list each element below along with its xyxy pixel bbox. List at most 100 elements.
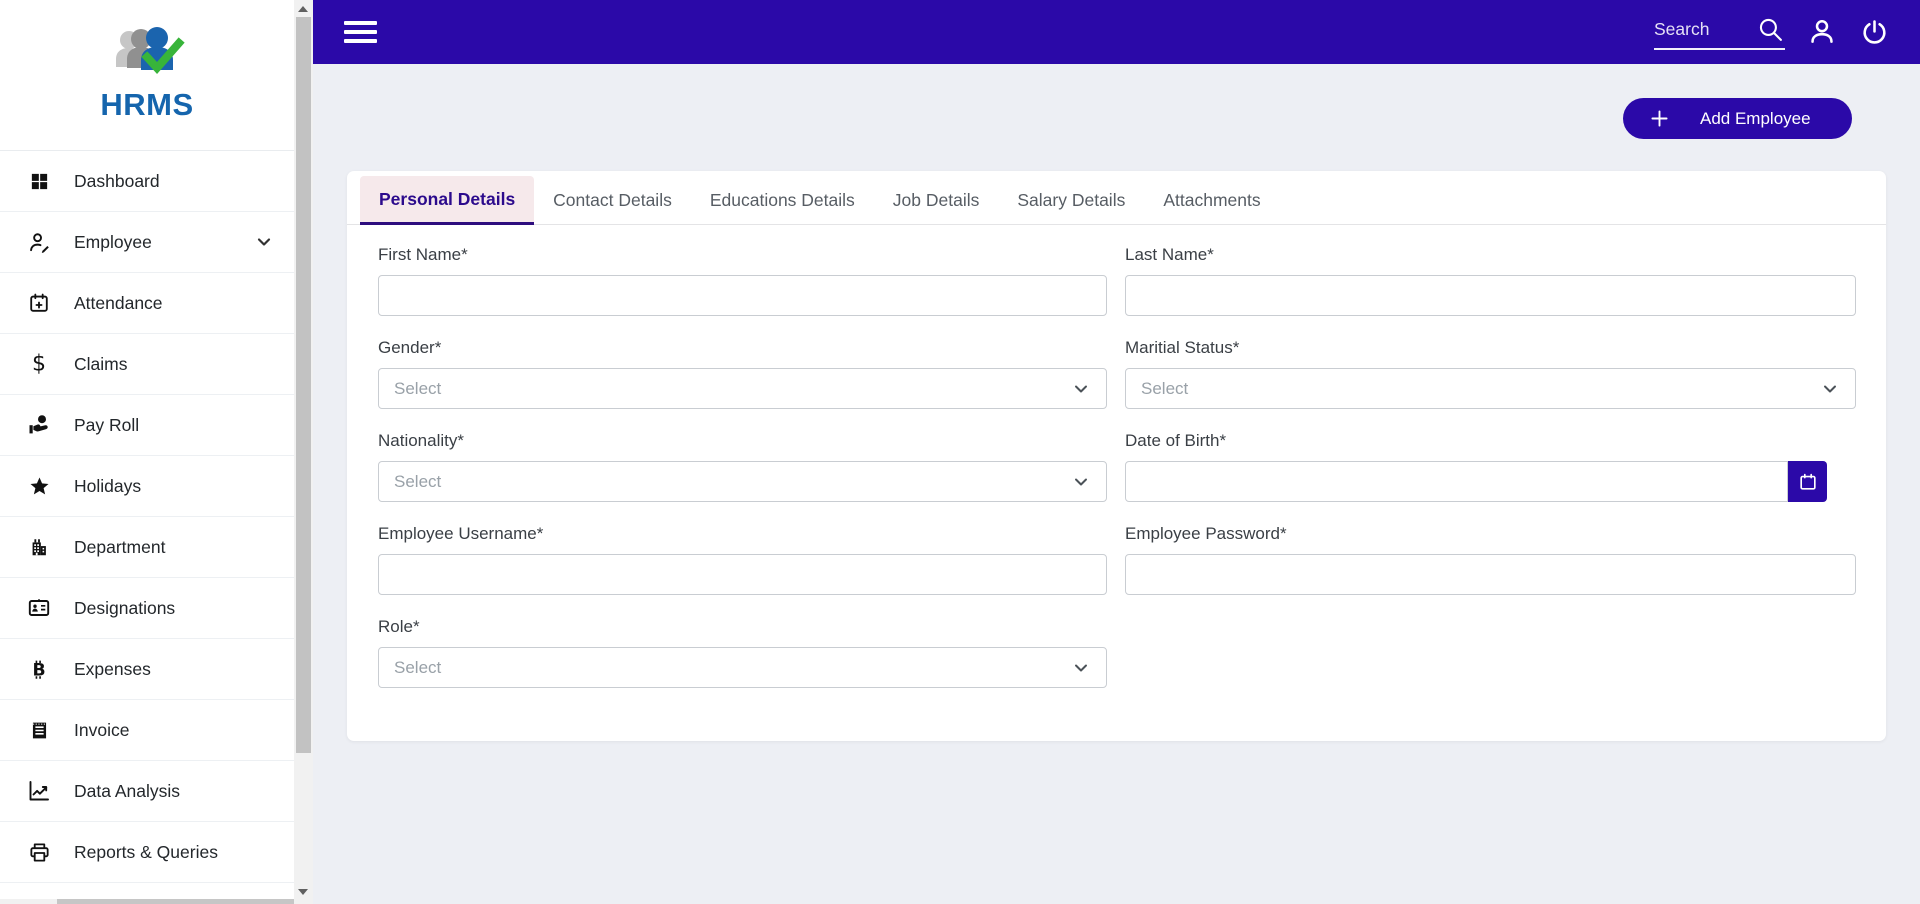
field-nationality: Nationality* Select — [378, 431, 1107, 502]
sidebar-item-reports-queries[interactable]: Reports & Queries — [0, 822, 294, 883]
tab-personal-details[interactable]: Personal Details — [360, 176, 535, 225]
sidebar-item-designations[interactable]: Designations — [0, 578, 294, 639]
sidebar-item-label: Employee — [74, 231, 152, 252]
logo-text: HRMS — [100, 87, 194, 122]
employee-password-input[interactable] — [1125, 554, 1856, 595]
employee-form-card: Personal Details Contact Details Educati… — [347, 171, 1886, 741]
sidebar-item-payroll[interactable]: Pay Roll — [0, 395, 294, 456]
employee-username-input[interactable] — [378, 554, 1107, 595]
sidebar-logo: HRMS — [0, 0, 294, 151]
horizontal-scrollbar-thumb[interactable] — [57, 899, 294, 904]
date-of-birth-control — [1125, 461, 1827, 502]
sidebar-item-label: Designations — [74, 597, 176, 618]
sidebar-item-expenses[interactable]: B Expenses — [0, 639, 294, 700]
tab-contact-details[interactable]: Contact Details — [534, 176, 691, 225]
field-marital-status: Maritial Status* Select — [1125, 338, 1856, 409]
printer-icon — [27, 840, 51, 864]
date-of-birth-input[interactable] — [1125, 461, 1788, 502]
topbar — [313, 0, 1920, 64]
role-select[interactable]: Select — [378, 647, 1107, 688]
sidebar-vertical-scrollbar[interactable] — [294, 0, 313, 904]
employee-password-label: Employee Password* — [1125, 524, 1287, 543]
marital-status-select[interactable]: Select — [1125, 368, 1856, 409]
sidebar: HRMS Dashboard Employee Attendance $ Cla… — [0, 0, 313, 904]
sidebar-nav: Dashboard Employee Attendance $ Claims P… — [0, 151, 294, 904]
last-name-label: Last Name* — [1125, 245, 1214, 264]
sidebar-item-invoice[interactable]: Invoice — [0, 700, 294, 761]
svg-text:B: B — [32, 660, 45, 680]
tab-job-details[interactable]: Job Details — [874, 176, 999, 225]
chevron-down-icon — [1071, 379, 1091, 399]
gender-select[interactable]: Select — [378, 368, 1107, 409]
bitcoin-icon: B — [27, 657, 51, 681]
employee-username-label: Employee Username* — [378, 524, 544, 543]
sidebar-item-label: Claims — [74, 353, 128, 374]
sidebar-item-holidays[interactable]: Holidays — [0, 456, 294, 517]
topbar-right-cluster — [1654, 15, 1889, 50]
menu-icon[interactable] — [344, 21, 377, 43]
field-employee-password: Employee Password* — [1125, 524, 1856, 595]
first-name-input[interactable] — [378, 275, 1107, 316]
first-name-label: First Name* — [378, 245, 468, 264]
plus-icon — [1651, 110, 1668, 127]
dollar-icon: $ — [27, 352, 51, 376]
chevron-down-icon — [1071, 658, 1091, 678]
sidebar-item-data-analysis[interactable]: Data Analysis — [0, 761, 294, 822]
field-first-name: First Name* — [378, 245, 1107, 316]
sidebar-horizontal-scrollbar[interactable] — [0, 899, 294, 904]
sidebar-item-label: Invoice — [74, 719, 130, 740]
date-picker-button[interactable] — [1788, 461, 1827, 502]
gender-label: Gender* — [378, 338, 442, 357]
sidebar-item-dashboard[interactable]: Dashboard — [0, 151, 294, 212]
scroll-up-arrow-icon[interactable] — [298, 6, 308, 12]
role-select-value: Select — [394, 657, 442, 677]
scroll-down-arrow-icon[interactable] — [298, 889, 308, 895]
sidebar-item-employee[interactable]: Employee — [0, 212, 294, 273]
scrollbar-thumb[interactable] — [296, 17, 311, 753]
chevron-down-icon — [1820, 379, 1840, 399]
marital-status-label: Maritial Status* — [1125, 338, 1240, 357]
star-icon — [27, 474, 51, 498]
sidebar-item-label: Attendance — [74, 292, 163, 313]
field-date-of-birth: Date of Birth* — [1125, 431, 1856, 502]
nationality-label: Nationality* — [378, 431, 464, 450]
search-field[interactable] — [1654, 15, 1785, 50]
add-employee-button[interactable]: Add Employee — [1623, 98, 1852, 139]
search-icon[interactable] — [1755, 15, 1785, 45]
sidebar-item-claims[interactable]: $ Claims — [0, 334, 294, 395]
field-last-name: Last Name* — [1125, 245, 1856, 316]
personal-details-form: First Name* Last Name* Gender* Select Ma… — [347, 225, 1886, 688]
field-role: Role* Select — [378, 617, 1107, 688]
user-icon[interactable] — [1807, 17, 1837, 47]
last-name-input[interactable] — [1125, 275, 1856, 316]
sidebar-item-department[interactable]: Department — [0, 517, 294, 578]
power-icon[interactable] — [1859, 17, 1889, 47]
sidebar-item-attendance[interactable]: Attendance — [0, 273, 294, 334]
tab-educations-details[interactable]: Educations Details — [691, 176, 874, 225]
marital-status-select-value: Select — [1141, 378, 1189, 398]
tab-salary-details[interactable]: Salary Details — [998, 176, 1144, 225]
field-gender: Gender* Select — [378, 338, 1107, 409]
nationality-select[interactable]: Select — [378, 461, 1107, 502]
grid-icon — [27, 169, 51, 193]
svg-text:$: $ — [32, 352, 46, 376]
person-edit-icon — [27, 230, 51, 254]
sidebar-item-label: Reports & Queries — [74, 841, 218, 862]
search-input[interactable] — [1654, 19, 1750, 40]
role-label: Role* — [378, 617, 420, 636]
sidebar-item-label: Dashboard — [74, 170, 160, 191]
chevron-down-icon[interactable] — [254, 232, 274, 252]
chevron-down-icon — [1071, 472, 1091, 492]
nationality-select-value: Select — [394, 471, 442, 491]
sidebar-item-label: Pay Roll — [74, 414, 140, 435]
receipt-icon — [27, 718, 51, 742]
id-card-icon — [27, 596, 51, 620]
tab-attachments[interactable]: Attachments — [1144, 176, 1279, 225]
gender-select-value: Select — [394, 378, 442, 398]
calendar-icon — [1798, 472, 1818, 492]
sidebar-item-label: Holidays — [74, 475, 142, 496]
date-of-birth-label: Date of Birth* — [1125, 431, 1227, 450]
hand-coin-icon — [27, 413, 51, 437]
empty-cell — [1125, 617, 1856, 688]
calendar-add-icon — [27, 291, 51, 315]
